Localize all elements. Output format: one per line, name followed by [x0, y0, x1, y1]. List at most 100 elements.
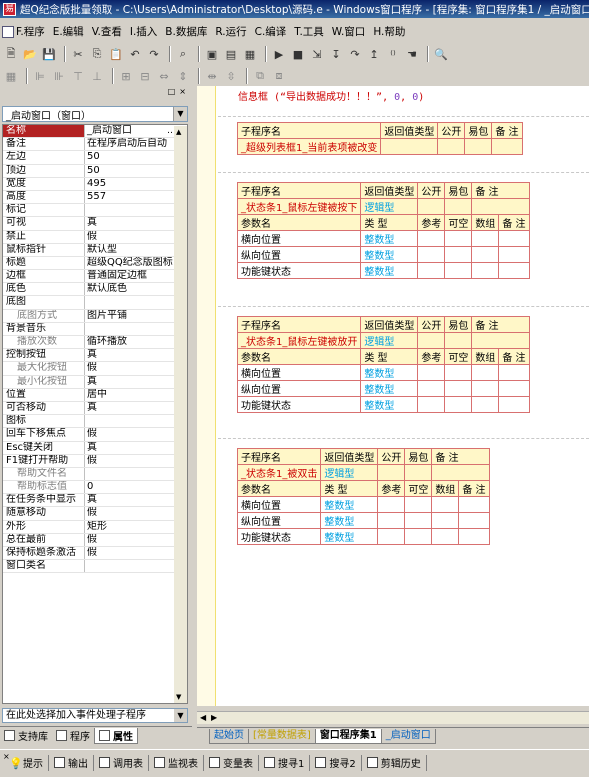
tab-properties[interactable]: 属性 — [94, 727, 138, 744]
cut-icon[interactable]: ✂ — [70, 46, 86, 62]
param-cell[interactable] — [431, 512, 460, 529]
property-value[interactable]: 假 — [85, 547, 187, 559]
same-width-icon[interactable]: ⇔ — [156, 68, 172, 84]
align-left-icon[interactable]: ⊫ — [32, 68, 48, 84]
property-row[interactable]: 图标 — [3, 415, 187, 429]
output-tab[interactable]: 变量表 — [204, 754, 259, 771]
paste-icon[interactable]: 📋 — [108, 46, 124, 62]
code-line[interactable]: 信息框 (“导出数据成功！！！”, 0, 0) — [238, 88, 424, 103]
window-grid-icon[interactable]: ▦ — [242, 46, 258, 62]
property-value[interactable]: 假 — [85, 362, 187, 374]
param-name[interactable]: 横向位置 — [236, 496, 322, 513]
param-name[interactable]: 横向位置 — [236, 364, 362, 381]
menu-item[interactable]: C.编译 — [255, 24, 287, 39]
param-header-nullable[interactable]: 可空 — [404, 480, 433, 497]
param-cell[interactable] — [444, 230, 473, 247]
output-tab[interactable]: 剪辑历史 — [362, 754, 427, 771]
property-value[interactable]: 假 — [85, 534, 187, 546]
note-cell[interactable] — [491, 138, 523, 155]
param-cell[interactable] — [498, 262, 530, 279]
property-scrollbar[interactable]: ▲ ▼ — [174, 126, 187, 703]
property-row[interactable]: 控制按钮真 — [3, 349, 187, 363]
header-public[interactable]: 公开 — [417, 316, 446, 333]
param-type[interactable]: 整数型 — [360, 262, 419, 279]
param-cell[interactable] — [498, 246, 530, 263]
property-value[interactable]: 在程序启动后自动 — [85, 138, 187, 150]
property-row[interactable]: 随意移动假 — [3, 507, 187, 521]
property-row[interactable]: 鼠标指针 默认型 — [3, 243, 187, 257]
param-header-ref[interactable]: 参考 — [417, 348, 446, 365]
menu-item[interactable]: T.工具 — [294, 24, 324, 39]
param-cell[interactable] — [404, 512, 433, 529]
scroll-left-icon[interactable]: ◀ — [200, 713, 206, 722]
param-type[interactable]: 整数型 — [320, 528, 379, 545]
header-easy-pack[interactable]: 易包 — [464, 122, 493, 139]
note-cell[interactable] — [471, 332, 530, 349]
breakpoint-icon[interactable]: ⁽⁾ — [385, 46, 401, 62]
help-icon[interactable]: 🔍 — [433, 46, 449, 62]
param-header-nullable[interactable]: 可空 — [444, 348, 473, 365]
param-cell[interactable] — [498, 230, 530, 247]
property-value[interactable]: 假 — [85, 507, 187, 519]
header-return-type[interactable]: 返回值类型 — [320, 448, 379, 465]
subroutine-name[interactable]: _状态条1_被双击 — [236, 464, 322, 481]
menu-item[interactable]: H.帮助 — [373, 24, 405, 39]
run-icon[interactable]: ▶ — [271, 46, 287, 62]
find-icon[interactable]: ⌕ — [175, 46, 191, 62]
open-file-icon[interactable]: 📂 — [22, 46, 38, 62]
property-value[interactable] — [85, 296, 187, 308]
header-sub-name[interactable]: 子程序名 — [236, 182, 362, 199]
close-icon[interactable]: × — [179, 87, 186, 96]
property-value[interactable]: 假 — [85, 231, 187, 243]
param-name[interactable]: 纵向位置 — [236, 246, 362, 263]
property-value[interactable]: _启动窗口… — [85, 125, 187, 137]
param-cell[interactable] — [417, 364, 446, 381]
send-back-icon[interactable]: ⧈ — [271, 68, 287, 84]
param-cell[interactable] — [377, 528, 406, 545]
menu-item[interactable]: B.数据库 — [165, 24, 207, 39]
property-value[interactable]: 默认型 — [85, 244, 187, 256]
public-cell[interactable] — [377, 464, 406, 481]
property-row[interactable]: 标题 超级QQ纪念版图标 — [3, 256, 187, 271]
align-bottom-icon[interactable]: ⊥ — [89, 68, 105, 84]
property-row[interactable]: 顶边 50 — [3, 164, 187, 178]
header-return-type[interactable]: 返回值类型 — [380, 122, 439, 139]
param-header-array[interactable]: 数组 — [471, 348, 500, 365]
tab-support-library[interactable]: 支持库 — [0, 728, 52, 744]
param-name[interactable]: 横向位置 — [236, 230, 362, 247]
property-row[interactable]: 播放次数 循环播放 — [3, 336, 187, 350]
step-out-icon[interactable]: ↥ — [366, 46, 382, 62]
param-header-name[interactable]: 参数名 — [236, 214, 362, 231]
subroutine-name[interactable]: _超级列表框1_当前表项被改变 — [236, 138, 382, 155]
param-header-array[interactable]: 数组 — [471, 214, 500, 231]
property-row[interactable]: 底图 — [3, 296, 187, 310]
subroutine-name[interactable]: _状态条1_鼠标左键被按下 — [236, 198, 362, 215]
easy-pack-cell[interactable] — [464, 138, 493, 155]
note-cell[interactable] — [431, 464, 490, 481]
param-cell[interactable] — [431, 496, 460, 513]
property-value[interactable] — [85, 323, 187, 335]
public-cell[interactable] — [417, 332, 446, 349]
center-h-icon[interactable]: ⊞ — [118, 68, 134, 84]
property-row[interactable]: 边框 普通固定边框 — [3, 270, 187, 284]
property-value[interactable] — [85, 204, 187, 216]
property-value[interactable]: 真 — [85, 376, 187, 388]
param-cell[interactable] — [404, 496, 433, 513]
event-combo[interactable]: 在此处选择加入事件处理子程序 ▼ — [2, 708, 188, 723]
public-cell[interactable] — [437, 138, 466, 155]
param-cell[interactable] — [471, 364, 500, 381]
param-cell[interactable] — [444, 364, 473, 381]
header-public[interactable]: 公开 — [377, 448, 406, 465]
param-cell[interactable] — [377, 496, 406, 513]
copy-icon[interactable]: ⎘ — [89, 46, 105, 62]
property-value[interactable]: 超级QQ纪念版图标 — [85, 257, 187, 269]
param-type[interactable]: 整数型 — [360, 364, 419, 381]
param-type[interactable]: 整数型 — [360, 396, 419, 413]
param-cell[interactable] — [471, 396, 500, 413]
param-type[interactable]: 整数型 — [320, 496, 379, 513]
property-row[interactable]: 帮助文件名 — [3, 467, 187, 482]
document-tab[interactable]: [常量数据表] — [248, 729, 316, 744]
property-row[interactable]: 外形 矩形 — [3, 520, 187, 534]
param-cell[interactable] — [431, 528, 460, 545]
property-value[interactable]: 矩形 — [85, 521, 187, 533]
